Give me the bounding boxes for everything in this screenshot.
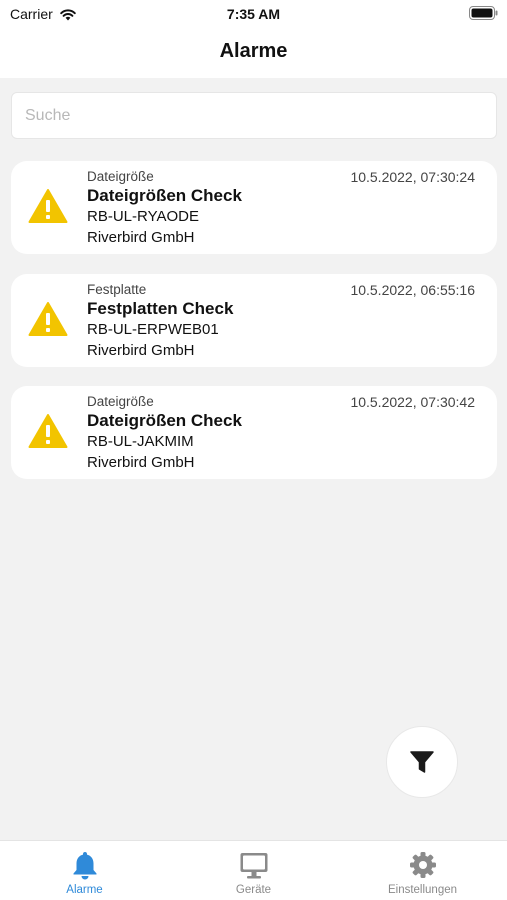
tab-bar: Alarme Geräte Einstellungen	[0, 840, 507, 900]
alarm-card[interactable]: Dateigröße 10.5.2022, 07:30:42 Dateigröß…	[11, 386, 497, 479]
tab-geraete[interactable]: Geräte	[169, 841, 338, 900]
alarm-company: Riverbird GmbH	[87, 229, 195, 246]
alarm-timestamp: 10.5.2022, 07:30:24	[350, 169, 475, 185]
alarm-device: RB-UL-JAKMIM	[87, 433, 194, 450]
warning-triangle-icon	[28, 302, 68, 336]
warning-triangle-icon	[28, 189, 68, 223]
status-time: 7:35 AM	[226, 6, 281, 22]
alarm-category: Festplatte	[87, 282, 147, 297]
alarm-category: Dateigröße	[87, 169, 154, 184]
tab-alarme[interactable]: Alarme	[0, 841, 169, 900]
battery-icon	[469, 6, 498, 20]
warning-triangle-icon	[28, 414, 68, 448]
tab-label: Geräte	[235, 884, 272, 896]
tab-einstellungen[interactable]: Einstellungen	[338, 841, 507, 900]
alarm-name: Festplatten Check	[87, 299, 234, 318]
alarm-category: Dateigröße	[87, 394, 154, 409]
tab-label: Einstellungen	[387, 884, 458, 896]
alarm-card[interactable]: Dateigröße 10.5.2022, 07:30:24 Dateigröß…	[11, 161, 497, 254]
alarm-timestamp: 10.5.2022, 06:55:16	[350, 282, 475, 298]
gear-icon	[409, 852, 436, 878]
page-title: Alarme	[219, 40, 288, 62]
tab-label: Alarme	[66, 884, 103, 896]
alarm-card[interactable]: Festplatte 10.5.2022, 06:55:16 Festplatt…	[11, 274, 497, 367]
alarm-device: RB-UL-ERPWEB01	[87, 321, 219, 338]
alarm-name: Dateigrößen Check	[87, 186, 242, 205]
filter-button[interactable]	[386, 726, 458, 798]
bell-icon	[73, 852, 96, 880]
filter-icon	[410, 751, 434, 773]
top-bar: Carrier 7:35 AM Alarme	[0, 0, 507, 78]
search-input[interactable]	[11, 92, 497, 139]
alarm-name: Dateigrößen Check	[87, 411, 242, 430]
monitor-icon	[240, 853, 267, 879]
alarm-company: Riverbird GmbH	[87, 342, 195, 359]
alarm-company: Riverbird GmbH	[87, 454, 195, 471]
status-bar: Carrier 7:35 AM	[0, 0, 507, 28]
alarm-device: RB-UL-RYAODE	[87, 208, 199, 225]
alarm-timestamp: 10.5.2022, 07:30:42	[350, 394, 475, 410]
